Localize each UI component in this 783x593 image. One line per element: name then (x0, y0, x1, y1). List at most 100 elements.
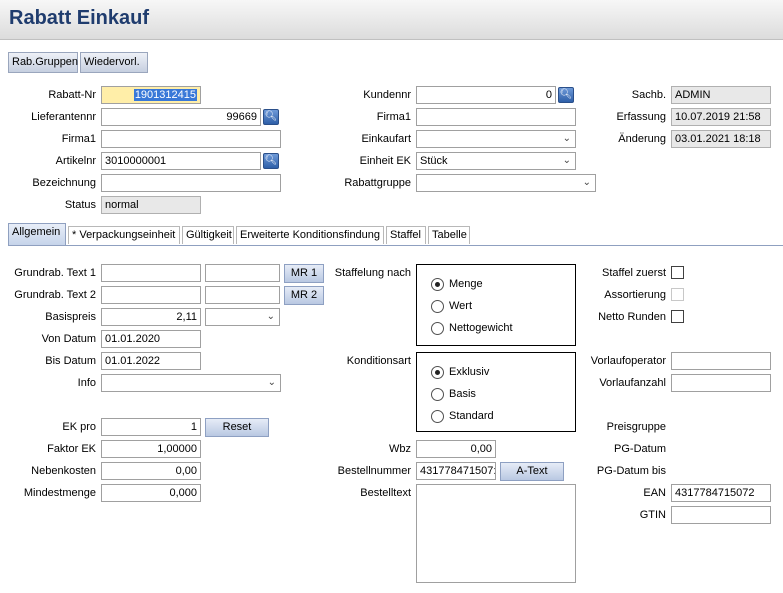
bis-datum-label: Bis Datum (45, 355, 96, 367)
grundrab-text2-field2[interactable] (205, 286, 280, 304)
info-label: Info (77, 377, 96, 389)
vorlaufanzahl-field[interactable] (671, 374, 771, 392)
tab-tabelle[interactable]: Tabelle (428, 226, 470, 244)
page-title: Rabatt Einkauf (9, 7, 150, 29)
konditionsart-radio-basis[interactable] (431, 388, 444, 401)
staffelung-option-menge: Menge (449, 278, 483, 290)
tab-allgemein[interactable]: Allgemein (8, 223, 66, 245)
bestelltext-textarea[interactable] (416, 484, 576, 583)
mr2-button[interactable]: MR 2 (284, 286, 324, 305)
grundrab-text2-field[interactable] (101, 286, 201, 304)
bestellnummer-label: Bestellnummer (337, 465, 411, 477)
staffelung-radio-group: Menge Wert Nettogewicht (416, 264, 576, 346)
basispreis-label: Basispreis (45, 311, 96, 323)
firma1-kunde-field[interactable] (416, 108, 576, 126)
rabattgruppe-select[interactable]: ⌄ (416, 174, 596, 192)
firma1-kunde-label: Firma1 (376, 111, 411, 123)
mindestmenge-field[interactable]: 0,000 (101, 484, 201, 502)
grundrab-text1-field[interactable] (101, 264, 201, 282)
info-select[interactable]: ⌄ (101, 374, 281, 392)
chevron-down-icon: ⌄ (266, 311, 275, 322)
lieferantennr-label: Lieferantennr (31, 111, 96, 123)
wiedervorl-button[interactable]: Wiedervorl. (80, 52, 148, 73)
tab-verpackungseinheit[interactable]: * Verpackungseinheit (68, 226, 180, 244)
nebenkosten-label: Nebenkosten (31, 465, 96, 477)
einkaufart-label: Einkaufart (361, 133, 411, 145)
ean-field[interactable]: 4317784715072 (671, 484, 771, 502)
sachb-field: ADMIN (671, 86, 771, 104)
status-field: normal (101, 196, 201, 214)
tab-erweiterte-konditionsfindung[interactable]: Erweiterte Konditionsfindung (236, 226, 384, 244)
konditionsart-option-exklusiv: Exklusiv (449, 366, 490, 378)
staffelung-radio-wert[interactable] (431, 300, 444, 313)
faktor-ek-field[interactable]: 1,00000 (101, 440, 201, 458)
chevron-down-icon: ⌄ (267, 377, 276, 388)
staffelung-option-nettogewicht: Nettogewicht (449, 322, 513, 334)
konditionsart-option-standard: Standard (449, 410, 494, 422)
von-datum-label: Von Datum (41, 333, 96, 345)
einheit-ek-select[interactable]: Stück ⌄ (416, 152, 576, 170)
lieferantennr-field[interactable]: 99669 (101, 108, 261, 126)
magnifier-icon[interactable]: 🔍︎ (263, 153, 279, 169)
bezeichnung-field[interactable] (101, 174, 281, 192)
kundennr-label: Kundennr (363, 89, 411, 101)
konditionsart-label: Konditionsart (346, 355, 411, 367)
aenderung-label: Änderung (618, 133, 666, 145)
staffel-zuerst-checkbox[interactable] (671, 266, 684, 279)
vorlaufanzahl-label: Vorlaufanzahl (599, 377, 666, 389)
assortierung-checkbox (671, 288, 684, 301)
reset-button[interactable]: Reset (205, 418, 269, 437)
preisgruppe-label: Preisgruppe (606, 421, 666, 433)
ek-pro-field[interactable]: 1 (101, 418, 201, 436)
konditionsart-radio-exklusiv[interactable] (431, 366, 444, 379)
artikelnr-label: Artikelnr (55, 155, 96, 167)
nebenkosten-field[interactable]: 0,00 (101, 462, 201, 480)
wbz-field[interactable]: 0,00 (416, 440, 496, 458)
ek-pro-label: EK pro (62, 421, 96, 433)
staffelung-radio-menge[interactable] (431, 278, 444, 291)
einkaufart-select[interactable]: ⌄ (416, 130, 576, 148)
artikelnr-field[interactable]: 3010000001 (101, 152, 261, 170)
firma1-field[interactable] (101, 130, 281, 148)
chevron-down-icon: ⌄ (562, 155, 571, 166)
grundrab-text1-label: Grundrab. Text 1 (14, 267, 96, 279)
von-datum-field[interactable]: 01.01.2020 (101, 330, 201, 348)
basispreis-field[interactable]: 2,11 (101, 308, 201, 326)
staffel-zuerst-label: Staffel zuerst (602, 267, 666, 279)
erfassung-label: Erfassung (616, 111, 666, 123)
pg-datum-label: PG-Datum (614, 443, 666, 455)
tab-divider (8, 245, 783, 246)
staffelung-label: Staffelung nach (334, 267, 411, 279)
mindestmenge-label: Mindestmenge (23, 487, 96, 499)
a-text-button[interactable]: A-Text (500, 462, 564, 481)
wbz-label: Wbz (389, 443, 411, 455)
basispreis-unit-select[interactable]: ⌄ (205, 308, 280, 326)
netto-runden-checkbox[interactable] (671, 310, 684, 323)
kundennr-field[interactable]: 0 (416, 86, 556, 104)
tab-gueltigkeit[interactable]: Gültigkeit (182, 226, 234, 244)
konditionsart-option-basis: Basis (449, 388, 476, 400)
tab-staffel[interactable]: Staffel (386, 226, 426, 244)
grundrab-text1-field2[interactable] (205, 264, 280, 282)
konditionsart-radio-standard[interactable] (431, 410, 444, 423)
rabatt-nr-label: Rabatt-Nr (48, 89, 96, 101)
grundrab-text2-label: Grundrab. Text 2 (14, 289, 96, 301)
netto-runden-label: Netto Runden (598, 311, 666, 323)
bestellnummer-field[interactable]: 431778471507: (416, 462, 496, 480)
gtin-field[interactable] (671, 506, 771, 524)
rab-gruppen-button[interactable]: Rab.Gruppen (8, 52, 78, 73)
vorlaufoperator-label: Vorlaufoperator (590, 355, 666, 367)
erfassung-field: 10.07.2019 21:58 (671, 108, 771, 126)
chevron-down-icon: ⌄ (562, 133, 571, 144)
magnifier-icon[interactable]: 🔍︎ (558, 87, 574, 103)
rabattgruppe-label: Rabattgruppe (344, 177, 411, 189)
chevron-down-icon: ⌄ (582, 177, 591, 188)
aenderung-field: 03.01.2021 18:18 (671, 130, 771, 148)
rabatt-nr-value: 1901312415 (133, 89, 197, 101)
vorlaufoperator-field[interactable] (671, 352, 771, 370)
bestelltext-label: Bestelltext (360, 487, 411, 499)
magnifier-icon[interactable]: 🔍︎ (263, 109, 279, 125)
staffelung-radio-nettogewicht[interactable] (431, 322, 444, 335)
rabatt-nr-field[interactable]: 1901312415 (101, 86, 201, 104)
bis-datum-field[interactable]: 01.01.2022 (101, 352, 201, 370)
